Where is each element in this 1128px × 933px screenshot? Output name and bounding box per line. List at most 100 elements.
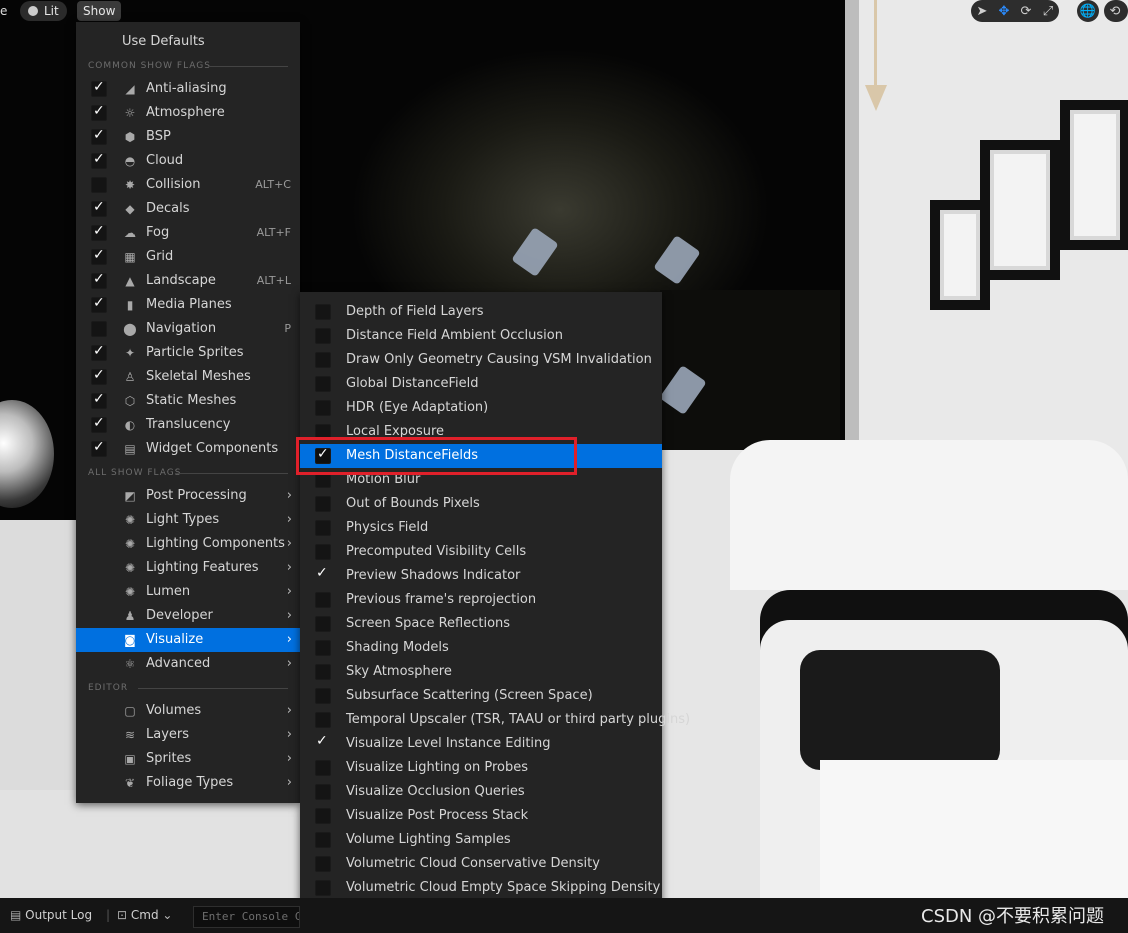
checkbox[interactable] <box>315 688 331 704</box>
visualize-item-local-exposure[interactable]: Local Exposure <box>300 420 662 444</box>
submenu-item-visualize[interactable]: ◙ Visualize › <box>76 628 300 652</box>
select-arrow-icon[interactable]: ➤ <box>971 0 993 22</box>
flag-item-fog[interactable]: ☁ Fog ALT+F <box>76 221 300 245</box>
visualize-item-global-distancefield[interactable]: Global DistanceField <box>300 372 662 396</box>
checkbox[interactable] <box>315 328 331 344</box>
visualize-item-visualize-post-process-stack[interactable]: Visualize Post Process Stack <box>300 804 662 828</box>
submenu-item-sprites[interactable]: ▣ Sprites › <box>76 747 300 771</box>
flag-item-cloud[interactable]: ◓ Cloud <box>76 149 300 173</box>
checkbox[interactable] <box>315 640 331 656</box>
visualize-item-depth-of-field-layers[interactable]: Depth of Field Layers <box>300 300 662 324</box>
checkbox[interactable] <box>91 295 107 313</box>
submenu-item-lumen[interactable]: ✺ Lumen › <box>76 580 300 604</box>
visualize-item-volumetric-cloud-empty-space-skipping-density[interactable]: Volumetric Cloud Empty Space Skipping De… <box>300 876 662 900</box>
checkbox[interactable] <box>91 343 107 361</box>
checkbox[interactable] <box>91 321 107 337</box>
checkbox[interactable] <box>315 520 331 536</box>
flag-item-decals[interactable]: ◆ Decals <box>76 197 300 221</box>
checkbox[interactable] <box>91 151 107 169</box>
visualize-item-visualize-occlusion-queries[interactable]: Visualize Occlusion Queries <box>300 780 662 804</box>
move-icon[interactable]: ✥ <box>993 0 1015 22</box>
checkbox[interactable] <box>91 177 107 193</box>
checkbox[interactable] <box>315 664 331 680</box>
checkbox[interactable] <box>315 376 331 392</box>
checkbox[interactable] <box>91 247 107 265</box>
checkbox[interactable] <box>315 304 331 320</box>
flag-item-anti-aliasing[interactable]: ◢ Anti-aliasing <box>76 77 300 101</box>
show-button[interactable]: Show <box>77 1 122 21</box>
flag-item-grid[interactable]: ▦ Grid <box>76 245 300 269</box>
checkbox[interactable] <box>315 544 331 560</box>
checkbox[interactable] <box>315 496 331 512</box>
visualize-item-sky-atmosphere[interactable]: Sky Atmosphere <box>300 660 662 684</box>
checkbox[interactable] <box>91 415 107 433</box>
checkbox[interactable] <box>315 400 331 416</box>
use-defaults-item[interactable]: Use Defaults <box>76 30 300 54</box>
checkbox[interactable] <box>315 592 331 608</box>
checkbox[interactable] <box>91 199 107 217</box>
checkbox[interactable] <box>315 616 331 632</box>
visualize-item-physics-field[interactable]: Physics Field <box>300 516 662 540</box>
submenu-item-lighting-components[interactable]: ✺ Lighting Components › <box>76 532 300 556</box>
visualize-item-shading-models[interactable]: Shading Models <box>300 636 662 660</box>
cmd-dropdown[interactable]: ⊡ Cmd ⌄ <box>117 898 172 933</box>
checkbox[interactable] <box>315 880 331 896</box>
checkbox[interactable] <box>315 352 331 368</box>
checkbox[interactable] <box>315 424 331 440</box>
scale-icon[interactable]: ⤢ <box>1037 0 1059 22</box>
visualize-item-preview-shadows-indicator[interactable]: Preview Shadows Indicator <box>300 564 662 588</box>
flag-item-navigation[interactable]: ⬤ Navigation P <box>76 317 300 341</box>
submenu-item-lighting-features[interactable]: ✺ Lighting Features › <box>76 556 300 580</box>
visualize-item-out-of-bounds-pixels[interactable]: Out of Bounds Pixels <box>300 492 662 516</box>
flag-item-atmosphere[interactable]: ☼ Atmosphere <box>76 101 300 125</box>
visualize-item-subsurface-scattering-screen-space[interactable]: Subsurface Scattering (Screen Space) <box>300 684 662 708</box>
checkbox[interactable] <box>315 446 331 464</box>
surface-snap-icon[interactable]: ⟲ <box>1104 0 1126 22</box>
world-icon[interactable]: 🌐 <box>1077 0 1099 22</box>
checkbox[interactable] <box>315 784 331 800</box>
visualize-item-visualize-level-instance-editing[interactable]: Visualize Level Instance Editing <box>300 732 662 756</box>
checkbox[interactable] <box>91 103 107 121</box>
flag-item-translucency[interactable]: ◐ Translucency <box>76 413 300 437</box>
spotlight-actor[interactable] <box>653 235 701 285</box>
checkbox[interactable] <box>315 856 331 872</box>
checkbox[interactable] <box>91 439 107 457</box>
submenu-item-layers[interactable]: ≋ Layers › <box>76 723 300 747</box>
checkbox[interactable] <box>91 367 107 385</box>
visualize-item-volumetric-cloud-conservative-density[interactable]: Volumetric Cloud Conservative Density <box>300 852 662 876</box>
visualize-item-temporal-upscaler-tsr-taau-or-third-party-plugins[interactable]: Temporal Upscaler (TSR, TAAU or third pa… <box>300 708 690 732</box>
view-mode-button[interactable]: Lit <box>20 1 67 21</box>
checkbox[interactable] <box>91 223 107 241</box>
submenu-item-post-processing[interactable]: ◩ Post Processing › <box>76 484 300 508</box>
submenu-item-volumes[interactable]: ▢ Volumes › <box>76 699 300 723</box>
viewport-options-button[interactable]: e <box>0 1 7 21</box>
flag-item-widget-components[interactable]: ▤ Widget Components <box>76 437 300 461</box>
flag-item-skeletal-meshes[interactable]: ♙ Skeletal Meshes <box>76 365 300 389</box>
flag-item-landscape[interactable]: ▲ Landscape ALT+L <box>76 269 300 293</box>
submenu-item-advanced[interactable]: ⚛ Advanced › <box>76 652 300 676</box>
visualize-item-precomputed-visibility-cells[interactable]: Precomputed Visibility Cells <box>300 540 662 564</box>
flag-item-collision[interactable]: ✸ Collision ALT+C <box>76 173 300 197</box>
submenu-item-developer[interactable]: ♟ Developer › <box>76 604 300 628</box>
visualize-item-previous-frame-s-reprojection[interactable]: Previous frame's reprojection <box>300 588 662 612</box>
gizmo-arrowhead[interactable] <box>865 85 887 111</box>
checkbox[interactable] <box>315 760 331 776</box>
checkbox[interactable] <box>315 832 331 848</box>
checkbox[interactable] <box>91 271 107 289</box>
checkbox[interactable] <box>91 79 107 97</box>
visualize-item-motion-blur[interactable]: Motion Blur <box>300 468 662 492</box>
visualize-item-draw-only-geometry-causing-vsm-invalidation[interactable]: Draw Only Geometry Causing VSM Invalidat… <box>300 348 662 372</box>
checkbox[interactable] <box>315 808 331 824</box>
flag-item-particle-sprites[interactable]: ✦ Particle Sprites <box>76 341 300 365</box>
visualize-item-screen-space-reflections[interactable]: Screen Space Reflections <box>300 612 662 636</box>
flag-item-static-meshes[interactable]: ⬡ Static Meshes <box>76 389 300 413</box>
visualize-item-distance-field-ambient-occlusion[interactable]: Distance Field Ambient Occlusion <box>300 324 662 348</box>
visualize-item-volume-lighting-samples[interactable]: Volume Lighting Samples <box>300 828 662 852</box>
checkbox[interactable] <box>315 733 331 752</box>
checkbox[interactable] <box>315 565 331 584</box>
visualize-item-hdr-eye-adaptation[interactable]: HDR (Eye Adaptation) <box>300 396 662 420</box>
rotate-icon[interactable]: ⟳ <box>1015 0 1037 22</box>
checkbox[interactable] <box>91 391 107 409</box>
checkbox[interactable] <box>91 127 107 145</box>
flag-item-media-planes[interactable]: ▮ Media Planes <box>76 293 300 317</box>
